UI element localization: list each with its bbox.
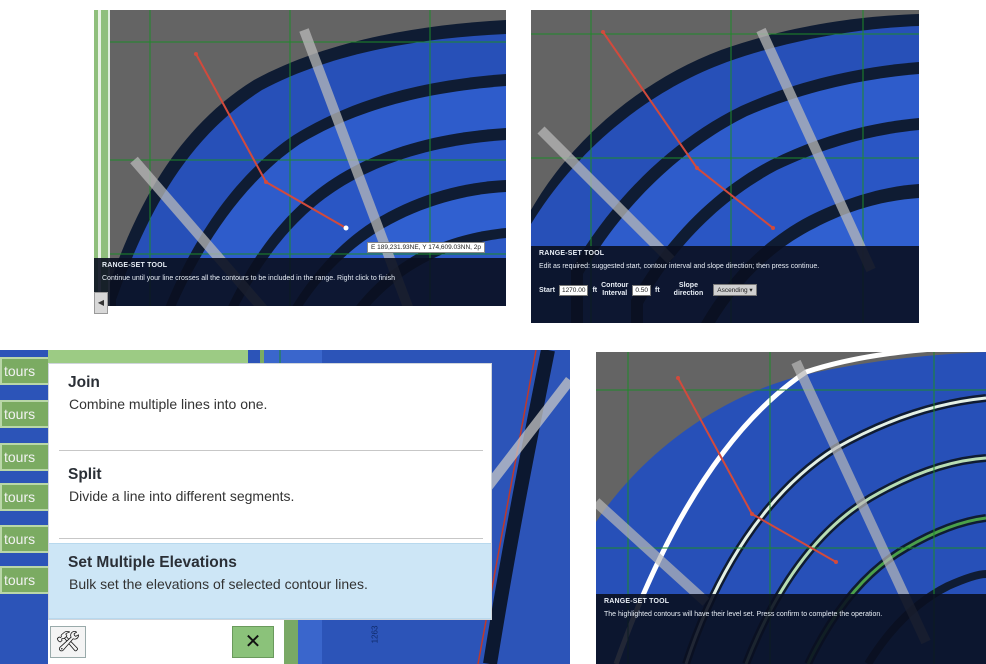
menu-item-description: Combine multiple lines into one.: [69, 396, 268, 412]
scroll-left-button[interactable]: ◀: [94, 292, 108, 314]
slope-direction-select[interactable]: Ascending ▾: [713, 284, 757, 296]
menu-separator: [59, 538, 483, 539]
tool-title: RANGE-SET TOOL: [102, 262, 168, 269]
tool-message: The highlighted contours will have their…: [604, 611, 883, 618]
range-set-tool-bar: RANGE-SET TOOL Edit as required: suggest…: [531, 246, 919, 323]
bottom-strip: [94, 306, 506, 323]
contour-interval-label: Contour Interval: [601, 282, 629, 297]
range-set-tool-bar: RANGE-SET TOOL Continue until your line …: [94, 258, 506, 306]
coordinate-readout: E 189,231.93NE, Y 174,609.03NN, 2p: [367, 242, 485, 253]
range-parameters-row: Start 1270.00 ft Contour Interval 0.50 ft…: [539, 282, 911, 298]
tool-title: RANGE-SET TOOL: [604, 598, 670, 605]
menu-item-description: Bulk set the elevations of selected cont…: [69, 576, 368, 592]
tool-title: RANGE-SET TOOL: [539, 250, 605, 257]
menu-item-title: Join: [68, 374, 100, 391]
contour-actions-menu-panel: tours tours tours tours tours tours Join…: [0, 350, 570, 664]
menu-item-title: Set Multiple Elevations: [68, 554, 237, 571]
side-tabs: tours tours tours tours tours tours: [0, 350, 56, 612]
menu-item-split[interactable]: Split Divide a line into different segme…: [49, 456, 491, 536]
start-elevation-input[interactable]: 1270.00: [558, 284, 589, 296]
menu-item-title: Split: [68, 466, 102, 483]
menu-item-description: Divide a line into different segments.: [69, 488, 295, 504]
start-label: Start: [539, 286, 555, 294]
slope-direction-label: Slope direction: [673, 282, 704, 297]
menu-item-join[interactable]: Join Combine multiple lines into one.: [49, 364, 491, 444]
side-strip: [284, 620, 298, 664]
chevron-left-icon: ◀: [97, 298, 105, 307]
start-unit: ft: [592, 286, 598, 294]
contour-interval-input[interactable]: 0.50: [632, 284, 651, 296]
interval-unit: ft: [655, 286, 660, 294]
range-set-tool-bar: RANGE-SET TOOL The highlighted contours …: [596, 594, 986, 664]
tool-message: Continue until your line crosses all the…: [102, 275, 395, 282]
contour-actions-menu: Join Combine multiple lines into one. Sp…: [48, 363, 492, 620]
tools-button[interactable]: 🛠: [50, 626, 86, 658]
tool-message: Edit as required: suggested start, conto…: [539, 263, 820, 270]
close-icon: ✕: [244, 631, 262, 653]
tools-icon: 🛠: [55, 631, 81, 653]
contour-elevation-label: 1263: [370, 625, 380, 644]
range-set-step-draw-panel: E 189,231.93NE, Y 174,609.03NN, 2p RANGE…: [94, 10, 506, 323]
menu-item-set-multiple-elevations[interactable]: Set Multiple Elevations Bulk set the ele…: [49, 543, 491, 619]
menu-separator: [59, 450, 483, 451]
close-button[interactable]: ✕: [232, 626, 274, 658]
range-set-step-confirm-panel: RANGE-SET TOOL The highlighted contours …: [596, 352, 986, 664]
range-set-step-edit-panel: RANGE-SET TOOL Edit as required: suggest…: [531, 10, 919, 323]
